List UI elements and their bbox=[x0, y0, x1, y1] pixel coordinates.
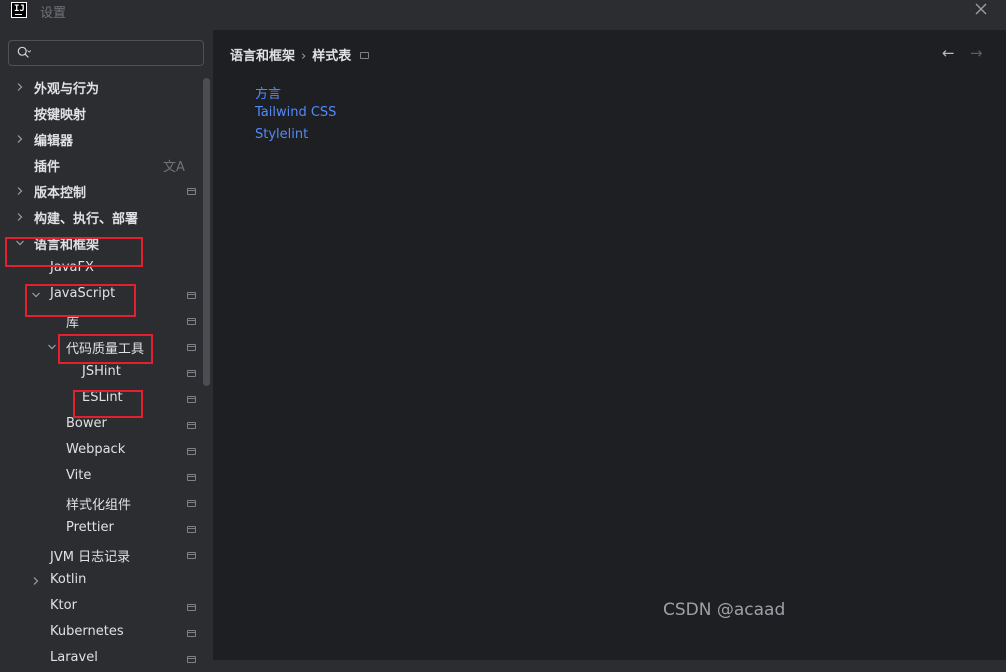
settings-content: 语言和框架 › 样式表 ← → 方言 Tailwind CSS Stylelint bbox=[213, 30, 1006, 660]
tree-item-label: Bower bbox=[66, 416, 107, 431]
chevron-right-icon[interactable] bbox=[31, 576, 41, 586]
tree-item-vcs[interactable]: 版本控制 bbox=[0, 178, 205, 204]
tree-item-keymap[interactable]: 按键映射 bbox=[0, 100, 205, 126]
tree-item-kubernetes[interactable]: Kubernetes bbox=[0, 620, 205, 646]
tree-item-prettier[interactable]: Prettier bbox=[0, 516, 205, 542]
project-scope-icon bbox=[187, 188, 196, 195]
back-arrow-icon[interactable]: ← bbox=[942, 44, 955, 62]
project-scope-icon bbox=[187, 396, 196, 403]
tree-item-label: 插件 bbox=[34, 160, 61, 175]
project-scope-icon bbox=[187, 318, 196, 325]
project-scope-icon bbox=[187, 422, 196, 429]
tree-item-label: JVM 日志记录 bbox=[50, 550, 131, 565]
tree-item-label: 构建、执行、部署 bbox=[34, 212, 139, 227]
project-scope-icon bbox=[187, 370, 196, 377]
project-scope-icon bbox=[187, 344, 196, 351]
highlight-box-languages bbox=[5, 237, 143, 267]
project-scope-icon bbox=[187, 474, 196, 481]
app-logo: IJ bbox=[11, 2, 27, 18]
close-icon bbox=[975, 3, 987, 15]
breadcrumb-current: 样式表 bbox=[312, 49, 352, 64]
sidebar-scrollbar[interactable] bbox=[203, 78, 210, 386]
tree-item-label: 外观与行为 bbox=[34, 82, 100, 97]
tree-item-ktor[interactable]: Ktor bbox=[0, 594, 205, 620]
translate-icon: 文A bbox=[163, 160, 185, 175]
tree-item-jvm-logging[interactable]: JVM 日志记录 bbox=[0, 542, 205, 568]
tree-item-label: Laravel bbox=[50, 650, 98, 665]
chevron-right-icon[interactable] bbox=[15, 212, 25, 222]
link-tailwind-css[interactable]: Tailwind CSS bbox=[255, 105, 336, 120]
tree-item-label: Vite bbox=[66, 468, 92, 483]
tree-item-label: JSHint bbox=[82, 364, 121, 379]
project-scope-icon bbox=[187, 500, 196, 507]
project-scope-icon bbox=[187, 292, 196, 299]
project-scope-icon bbox=[187, 630, 196, 637]
project-scope-icon bbox=[360, 52, 370, 59]
tree-item-vite[interactable]: Vite bbox=[0, 464, 205, 490]
tree-item-label: Kotlin bbox=[50, 572, 87, 587]
tree-item-label: 编辑器 bbox=[34, 134, 74, 149]
breadcrumb: 语言和框架 › 样式表 bbox=[230, 45, 370, 64]
tree-item-label: Kubernetes bbox=[50, 624, 124, 639]
tree-item-label: 按键映射 bbox=[34, 108, 87, 123]
tree-item-appearance[interactable]: 外观与行为 bbox=[0, 74, 205, 100]
chevron-right-icon[interactable] bbox=[15, 82, 25, 92]
tree-item-laravel[interactable]: Laravel bbox=[0, 646, 205, 672]
project-scope-icon bbox=[187, 448, 196, 455]
tree-item-editor[interactable]: 编辑器 bbox=[0, 126, 205, 152]
link-dialects[interactable]: 方言 bbox=[255, 83, 281, 102]
tree-item-kotlin[interactable]: Kotlin bbox=[0, 568, 205, 594]
highlight-box-code-quality bbox=[58, 334, 153, 364]
breadcrumb-separator: › bbox=[301, 49, 307, 64]
chevron-down-icon[interactable] bbox=[47, 342, 57, 352]
project-scope-icon bbox=[187, 604, 196, 611]
highlight-box-eslint bbox=[73, 390, 143, 418]
tree-item-label: 样式化组件 bbox=[66, 498, 132, 513]
tree-item-plugins[interactable]: 插件 文A bbox=[0, 152, 205, 178]
project-scope-icon bbox=[187, 526, 196, 533]
tree-item-label: Ktor bbox=[50, 598, 77, 613]
chevron-right-icon[interactable] bbox=[15, 134, 25, 144]
breadcrumb-parent[interactable]: 语言和框架 bbox=[230, 49, 295, 64]
close-button[interactable] bbox=[972, 0, 990, 18]
tree-item-styled-components[interactable]: 样式化组件 bbox=[0, 490, 205, 516]
forward-arrow-icon[interactable]: → bbox=[970, 44, 983, 62]
link-stylelint[interactable]: Stylelint bbox=[255, 127, 308, 142]
tree-item-label: Webpack bbox=[66, 442, 126, 457]
project-scope-icon bbox=[187, 552, 196, 559]
search-input[interactable] bbox=[41, 44, 195, 64]
watermark: CSDN @acaad bbox=[663, 600, 786, 620]
window-title: 设置 bbox=[40, 6, 67, 21]
tree-item-label: 版本控制 bbox=[34, 186, 87, 201]
highlight-box-javascript bbox=[25, 284, 136, 317]
search-icon[interactable] bbox=[17, 46, 31, 60]
title-bar: IJ 设置 bbox=[0, 0, 1006, 22]
settings-sidebar: 外观与行为 按键映射 编辑器 插件 文A 版本控制 构建、执行、部署 语言和框架 JavaFX J… bbox=[0, 30, 213, 665]
search-field[interactable] bbox=[8, 40, 204, 66]
tree-item-webpack[interactable]: Webpack bbox=[0, 438, 205, 464]
tree-item-build[interactable]: 构建、执行、部署 bbox=[0, 204, 205, 230]
chevron-right-icon[interactable] bbox=[15, 186, 25, 196]
tree-item-label: Prettier bbox=[66, 520, 114, 535]
